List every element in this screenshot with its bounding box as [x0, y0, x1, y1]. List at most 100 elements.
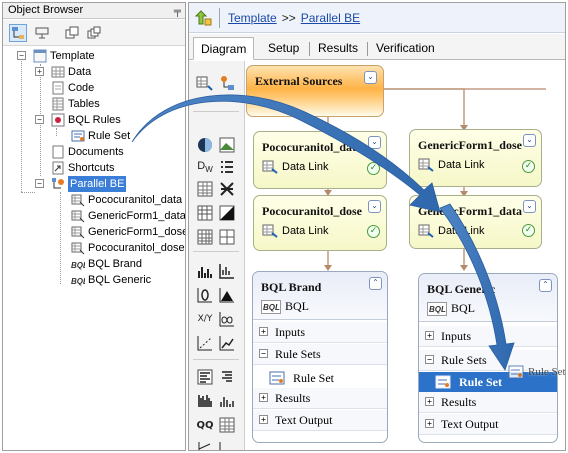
trend-icon[interactable]	[217, 333, 237, 353]
matrix-icon[interactable]	[195, 227, 215, 247]
tree-node-documents[interactable]: Documents	[51, 144, 124, 160]
section-inputs[interactable]: + Inputs	[253, 322, 387, 343]
tree-node-pococuranitol-dose[interactable]: Pococuranitol_dose	[71, 240, 185, 256]
tab-results[interactable]: Results	[311, 37, 365, 60]
tree-node-bql-generic[interactable]: BQL BQL Generic	[71, 272, 151, 288]
image-icon[interactable]	[217, 135, 237, 155]
loop-icon[interactable]	[195, 285, 215, 305]
tree-node-parallel-be[interactable]: − Parallel BE	[35, 176, 127, 192]
rule-set-item[interactable]: Rule Set	[253, 368, 387, 388]
tree-node-genericform1-dose[interactable]: GenericForm1_dose	[71, 224, 185, 240]
shortcuts-icon	[51, 161, 65, 175]
data-link-icon	[71, 225, 85, 239]
tree-node-template[interactable]: − Template	[17, 48, 95, 64]
expand-icon[interactable]: ⌄	[368, 136, 381, 149]
hist-icon[interactable]	[217, 391, 237, 411]
tree-view-icon[interactable]	[9, 24, 27, 42]
tree-node-rule-set[interactable]: Rule Set	[71, 128, 130, 144]
parallel-be-icon	[51, 177, 65, 191]
table-icon[interactable]	[195, 179, 215, 199]
qq-icon[interactable]: QQ	[195, 415, 215, 435]
bql-sub: BQL BQL	[261, 299, 309, 314]
bql-icon: BQL	[71, 273, 88, 287]
copy-icon[interactable]	[63, 24, 81, 42]
align-left-icon[interactable]	[195, 367, 215, 387]
circle-icon[interactable]	[195, 135, 215, 155]
xy-icon[interactable]: X/Y	[195, 309, 215, 329]
bql-icon: BQL	[261, 299, 281, 314]
bql-sub-label: BQL	[285, 299, 309, 313]
svg-text:BQL: BQL	[263, 303, 280, 312]
collapse-icon[interactable]: ⌃	[539, 279, 552, 292]
section-results[interactable]: + Results	[419, 392, 557, 413]
chart2-icon[interactable]	[217, 439, 237, 450]
expand-icon[interactable]: ⌄	[364, 71, 377, 84]
tree-node-tables[interactable]: Tables	[51, 96, 100, 112]
axis-icon[interactable]	[195, 439, 215, 450]
data-node-pococuranitol-dose[interactable]: Pococuranitol_dose ⌄ Data Link ✓	[253, 195, 387, 251]
section-text-output[interactable]: + Text Output	[253, 410, 387, 431]
grid2-icon[interactable]	[217, 227, 237, 247]
flow-view-icon[interactable]	[33, 24, 51, 42]
data-link-label: Data Link	[438, 225, 485, 237]
navigate-up-icon[interactable]	[194, 9, 213, 27]
breadcrumb-template-link[interactable]: Template	[228, 11, 277, 25]
barcode-icon[interactable]	[195, 391, 215, 411]
rule-set-icon	[435, 375, 451, 389]
bar-chart-icon[interactable]	[195, 261, 215, 281]
expand-icon[interactable]: ⌄	[523, 200, 536, 213]
section-inputs[interactable]: + Inputs	[419, 326, 557, 347]
tree-node-bql-rules[interactable]: − BQL Rules	[35, 112, 121, 128]
data-node-genericform1-data[interactable]: GenericForm1_data ⌄ Data Link ✓	[409, 195, 542, 249]
tree-node-shortcuts[interactable]: Shortcuts	[51, 160, 114, 176]
diagram-canvas[interactable]: External Sources ⌄ Pococuranitol_data ⌄ …	[246, 61, 565, 450]
list-icon[interactable]	[217, 157, 237, 177]
tab-setup[interactable]: Setup	[261, 37, 306, 60]
tree-node-template-label: Template	[50, 50, 95, 62]
tree-node-tables-label: Tables	[68, 98, 100, 110]
data-link-icon	[262, 224, 278, 238]
rule-set-icon	[269, 371, 285, 385]
tree-node-data[interactable]: + Data	[35, 64, 91, 80]
data-link-icon	[262, 160, 278, 174]
table2-icon[interactable]	[217, 415, 237, 435]
tree-node-pococuranitol-data[interactable]: Pococuranitol_data	[71, 192, 182, 208]
data-node-genericform1-dose[interactable]: GenericForm1_dose ⌄ Data Link ✓	[409, 129, 542, 187]
table-flow-icon[interactable]	[195, 73, 215, 93]
expand-icon[interactable]: ⌄	[523, 134, 536, 147]
svg-text:BQL: BQL	[429, 305, 446, 314]
pin-icon[interactable]: ╤	[174, 4, 181, 19]
external-sources-node[interactable]: External Sources ⌄	[246, 65, 384, 117]
bql-node-generic[interactable]: BQL Generic ⌃ BQL BQL + Inputs − Rule Sets…	[418, 273, 558, 443]
contrast-icon[interactable]	[217, 203, 237, 223]
tree-node-pococuranitol-data-label: Pococuranitol_data	[88, 194, 183, 206]
mountain-chart-icon[interactable]	[217, 285, 237, 305]
section-rule-sets[interactable]: − Rule Sets	[253, 344, 387, 365]
slope-icon[interactable]	[195, 333, 215, 353]
bql-node-brand[interactable]: BQL Brand ⌃ BQL BQL + Inputs − Rule Sets R…	[252, 271, 388, 443]
infinity-icon[interactable]	[217, 309, 237, 329]
bql-node-title: BQL Generic	[427, 282, 496, 296]
external-sources-title: External Sources	[255, 74, 343, 88]
x-icon[interactable]	[217, 179, 237, 199]
tree-node-bql-brand[interactable]: BQL BQL Brand	[71, 256, 142, 272]
data-link-icon	[71, 241, 85, 255]
breadcrumb-parallel-be-link[interactable]: Parallel BE	[301, 11, 360, 25]
dw-icon[interactable]: DW	[195, 157, 215, 177]
tree-node-code[interactable]: Code	[51, 80, 94, 96]
section-results[interactable]: + Results	[253, 388, 387, 409]
data-node-pococuranitol-data[interactable]: Pococuranitol_data ⌄ Data Link ✓	[253, 131, 387, 189]
expand-icon[interactable]: ⌄	[368, 200, 381, 213]
grid-icon[interactable]	[195, 203, 215, 223]
duplicate-icon[interactable]	[85, 24, 103, 42]
align-right-icon[interactable]	[217, 367, 237, 387]
collapse-icon[interactable]: ⌃	[369, 277, 382, 290]
data-node-title: GenericForm1_data	[418, 204, 522, 218]
tab-verification[interactable]: Verification	[369, 37, 442, 60]
flow-node-icon[interactable]	[217, 73, 237, 93]
line-chart-icon[interactable]	[217, 261, 237, 281]
tree-node-genericform1-data[interactable]: GenericForm1_data	[71, 208, 185, 224]
bql-node-title: BQL Brand	[261, 280, 322, 294]
tab-diagram[interactable]: Diagram	[193, 37, 255, 60]
section-text-output[interactable]: + Text Output	[419, 414, 557, 435]
